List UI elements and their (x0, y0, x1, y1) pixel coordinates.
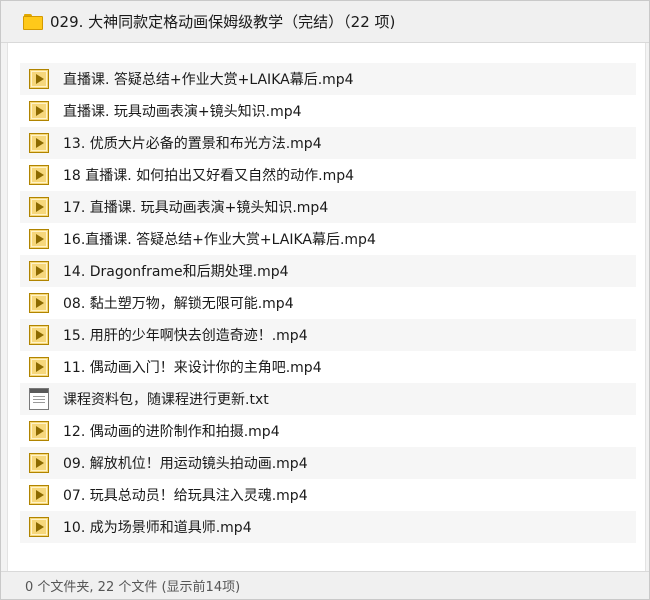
status-text: 0 个文件夹, 22 个文件 (显示前14项) (25, 580, 241, 595)
file-row[interactable]: 17. 直播课. 玩具动画表演+镜头知识.mp4 (20, 191, 636, 223)
status-bar: 0 个文件夹, 22 个文件 (显示前14项) (1, 571, 649, 599)
file-row[interactable]: 09. 解放机位！用运动镜头拍动画.mp4 (20, 447, 636, 479)
file-row[interactable]: 15. 用肝的少年啊快去创造奇迹！.mp4 (20, 319, 636, 351)
file-name: 07. 玩具总动员！给玩具注入灵魂.mp4 (63, 488, 308, 504)
file-name: 08. 黏土塑万物，解锁无限可能.mp4 (63, 296, 294, 312)
file-name: 10. 成为场景师和道具师.mp4 (63, 520, 252, 536)
video-file-icon (29, 229, 49, 249)
file-name: 课程资料包，随课程进行更新.txt (63, 392, 269, 408)
file-name: 14. Dragonframe和后期处理.mp4 (63, 264, 289, 280)
video-file-icon (29, 165, 49, 185)
file-name: 18 直播课. 如何拍出又好看又自然的动作.mp4 (63, 168, 355, 184)
file-row[interactable]: 直播课. 玩具动画表演+镜头知识.mp4 (20, 95, 636, 127)
file-row[interactable]: 11. 偶动画入门！来设计你的主角吧.mp4 (20, 351, 636, 383)
video-file-icon (29, 517, 49, 537)
video-file-icon (29, 293, 49, 313)
file-row[interactable]: 13. 优质大片必备的置景和布光方法.mp4 (20, 127, 636, 159)
text-file-icon (29, 388, 49, 410)
video-file-icon (29, 421, 49, 441)
file-name: 11. 偶动画入门！来设计你的主角吧.mp4 (63, 360, 322, 376)
file-row[interactable]: 18 直播课. 如何拍出又好看又自然的动作.mp4 (20, 159, 636, 191)
video-file-icon (29, 261, 49, 281)
folder-title: 029. 大神同款定格动画保姆级教学（完结）（22 项) (50, 13, 396, 31)
file-row[interactable]: 课程资料包，随课程进行更新.txt (20, 383, 636, 415)
file-list-panel: 直播课. 答疑总结+作业大赏+LAIKA幕后.mp4 直播课. 玩具动画表演+镜头… (7, 43, 646, 571)
file-row[interactable]: 14. Dragonframe和后期处理.mp4 (20, 255, 636, 287)
file-row[interactable]: 07. 玩具总动员！给玩具注入灵魂.mp4 (20, 479, 636, 511)
file-row[interactable]: 08. 黏土塑万物，解锁无限可能.mp4 (20, 287, 636, 319)
video-file-icon (29, 101, 49, 121)
file-listing-window: 029. 大神同款定格动画保姆级教学（完结）（22 项) 直播课. 答疑总结+作… (0, 0, 650, 600)
file-list: 直播课. 答疑总结+作业大赏+LAIKA幕后.mp4 直播课. 玩具动画表演+镜头… (20, 63, 636, 543)
video-file-icon (29, 197, 49, 217)
folder-icon (23, 13, 43, 30)
video-file-icon (29, 485, 49, 505)
file-row[interactable]: 10. 成为场景师和道具师.mp4 (20, 511, 636, 543)
file-row[interactable]: 16.直播课. 答疑总结+作业大赏+LAIKA幕后.mp4 (20, 223, 636, 255)
file-name: 13. 优质大片必备的置景和布光方法.mp4 (63, 136, 322, 152)
video-file-icon (29, 357, 49, 377)
file-name: 直播课. 答疑总结+作业大赏+LAIKA幕后.mp4 (63, 72, 354, 88)
video-file-icon (29, 453, 49, 473)
file-row[interactable]: 12. 偶动画的进阶制作和拍摄.mp4 (20, 415, 636, 447)
folder-header: 029. 大神同款定格动画保姆级教学（完结）（22 项) (1, 1, 649, 43)
file-name: 15. 用肝的少年啊快去创造奇迹！.mp4 (63, 328, 308, 344)
video-file-icon (29, 133, 49, 153)
file-name: 16.直播课. 答疑总结+作业大赏+LAIKA幕后.mp4 (63, 232, 376, 248)
video-file-icon (29, 69, 49, 89)
file-name: 09. 解放机位！用运动镜头拍动画.mp4 (63, 456, 308, 472)
file-name: 12. 偶动画的进阶制作和拍摄.mp4 (63, 424, 280, 440)
file-row[interactable]: 直播课. 答疑总结+作业大赏+LAIKA幕后.mp4 (20, 63, 636, 95)
file-name: 17. 直播课. 玩具动画表演+镜头知识.mp4 (63, 200, 329, 216)
video-file-icon (29, 325, 49, 345)
file-name: 直播课. 玩具动画表演+镜头知识.mp4 (63, 104, 302, 120)
